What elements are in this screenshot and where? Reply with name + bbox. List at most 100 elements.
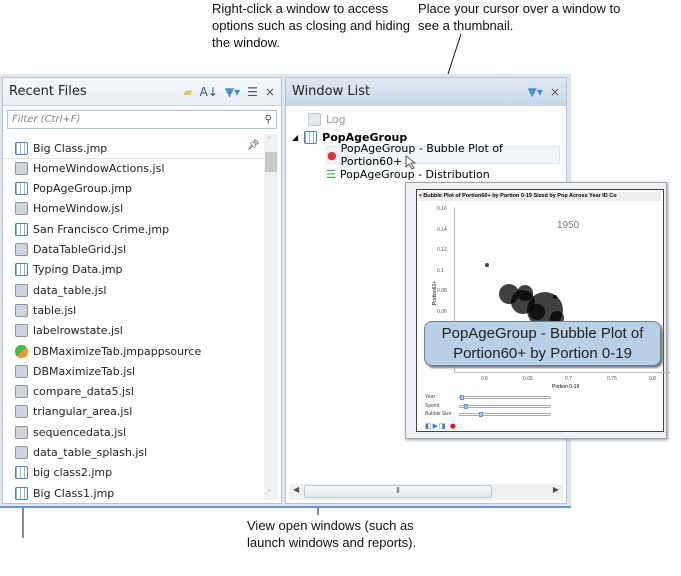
- slider-speed[interactable]: [459, 403, 551, 409]
- file-name: data_table_splash.jsl: [33, 446, 148, 459]
- recent-file-item[interactable]: HomeWindowActions.jsl: [15, 158, 164, 178]
- slider-year[interactable]: [459, 395, 551, 400]
- vertical-scrollbar[interactable]: ˄ ˅: [264, 134, 278, 500]
- step-back-icon[interactable]: ◧: [425, 422, 433, 430]
- y-tick-label: 0.16: [437, 206, 447, 212]
- expand-triangle-icon[interactable]: ◢: [292, 133, 298, 142]
- recent-file-item[interactable]: DataTableGrid.jsl: [15, 240, 126, 260]
- jmp-file-icon: [15, 141, 28, 155]
- divider: [3, 158, 263, 159]
- close-icon[interactable]: ×: [550, 85, 560, 99]
- window-log[interactable]: Log: [308, 110, 346, 128]
- jsl-file-icon: [15, 303, 28, 317]
- file-name: Typing Data.jmp: [33, 263, 123, 277]
- recent-file-item[interactable]: Typing Data.jmp: [15, 260, 123, 280]
- file-name: Big Class.jmp: [33, 141, 108, 155]
- recent-file-item[interactable]: triangular_area.jsl: [15, 402, 132, 422]
- x-axis-label: Portion 0-19: [552, 384, 580, 390]
- file-name: labelrowstate.jsl: [33, 324, 123, 338]
- jsl-file-icon: [15, 364, 28, 378]
- x-tick-label: 0.65: [523, 376, 533, 382]
- log-label: Log: [326, 112, 346, 126]
- file-name: DBMaximizeTab.jsl: [33, 364, 136, 378]
- recent-file-item[interactable]: HomeWindow.jsl: [15, 199, 123, 219]
- jsl-file-icon: [15, 425, 28, 439]
- x-tick-label: 0.7: [565, 376, 572, 382]
- y-tick-label: 0.06: [437, 308, 447, 315]
- open-folder-icon[interactable]: ▰: [183, 85, 192, 99]
- data-table-icon: [304, 130, 318, 144]
- recent-file-item[interactable]: DBMaximizeTab.jmpappsource: [15, 341, 201, 361]
- filter-icon[interactable]: ▼▾: [528, 85, 543, 99]
- window-list-title: Window List: [292, 84, 371, 99]
- recent-file-item[interactable]: San Francisco Crime.jmp: [15, 219, 169, 239]
- scroll-left-icon[interactable]: ◀: [293, 485, 299, 494]
- jmp-file-icon: [15, 222, 28, 236]
- thumbnail-popup: ▾ Bubble Plot of Portion60+ by Portion 0…: [405, 182, 670, 439]
- jsl-file-icon: [15, 161, 28, 175]
- recent-file-item[interactable]: big class2.jmp: [15, 463, 112, 483]
- thumbnail-tooltip: PopAgeGroup - Bubble Plot of Portion60+ …: [424, 321, 661, 366]
- slider-label: Year: [425, 394, 436, 400]
- slider-label: Bubble Size: [425, 411, 452, 417]
- filter-placeholder: Filter (Ctrl+F): [12, 114, 81, 125]
- playback-controls[interactable]: ◧▶◨ ●▫: [425, 422, 463, 430]
- app-file-icon: [15, 344, 28, 358]
- pin-icon[interactable]: 📌︎: [247, 140, 260, 151]
- jmp-file-icon: [15, 486, 28, 500]
- recent-file-item[interactable]: compare_data5.jsl: [15, 382, 134, 402]
- scroll-down-icon[interactable]: ˅: [267, 489, 271, 498]
- slider-handle[interactable]: [460, 395, 464, 400]
- jmp-file-icon: [15, 466, 28, 480]
- recent-file-item[interactable]: PopAgeGroup.jmp: [15, 179, 132, 199]
- file-name: sequencedata.jsl: [33, 425, 127, 439]
- log-icon: [308, 112, 321, 126]
- record-icon[interactable]: ●: [450, 422, 457, 430]
- recent-file-item[interactable]: Big Class1.jmp: [15, 483, 114, 503]
- bubble: [485, 263, 489, 267]
- horizontal-scrollbar[interactable]: ◀ Ⅱ ▶: [289, 484, 563, 500]
- recent-file-item[interactable]: sequencedata.jsl: [15, 422, 126, 442]
- file-name: HomeWindow.jsl: [33, 202, 124, 216]
- search-icon: ⚲: [264, 114, 272, 125]
- slider-bubble-size[interactable]: [459, 412, 551, 417]
- list-view-icon[interactable]: ☰: [247, 85, 258, 99]
- jsl-file-icon: [15, 283, 28, 297]
- file-name: triangular_area.jsl: [33, 405, 133, 419]
- recent-file-item[interactable]: table.jsl: [15, 300, 76, 320]
- jsl-file-icon: [15, 385, 28, 399]
- scroll-right-icon[interactable]: ▶: [553, 485, 559, 494]
- recent-files-title: Recent Files: [9, 84, 87, 99]
- recent-file-item[interactable]: DBMaximizeTab.jsl: [15, 361, 135, 381]
- y-tick-label: 0.12: [437, 247, 447, 253]
- scroll-thumb[interactable]: Ⅱ: [304, 485, 492, 498]
- bubble-plot-icon: ●: [327, 148, 337, 162]
- recent-file-item[interactable]: Big Class.jmp: [15, 138, 107, 158]
- save-icon[interactable]: ▫: [457, 422, 463, 430]
- filter-input[interactable]: Filter (Ctrl+F) ⚲: [7, 110, 277, 129]
- slider-handle[interactable]: [464, 403, 469, 409]
- file-name: DBMaximizeTab.jmpappsource: [33, 344, 202, 358]
- recent-file-item[interactable]: data_table_splash.jsl: [15, 443, 147, 463]
- file-name: big class2.jmp: [33, 466, 113, 480]
- window-bubble-plot[interactable]: ● PopAgeGroup - Bubble Plot of Portion60+: [326, 142, 560, 168]
- file-name: HomeWindowActions.jsl: [33, 161, 165, 175]
- jsl-file-icon: [15, 446, 28, 459]
- slider-label: Speed: [425, 402, 440, 409]
- distribution-icon: ☰: [326, 167, 336, 181]
- scroll-up-icon[interactable]: ˄: [267, 136, 271, 145]
- recent-file-item[interactable]: data_table.jsl: [15, 280, 106, 300]
- bubble: [529, 304, 545, 320]
- sort-icon[interactable]: A↓: [200, 85, 218, 99]
- step-forward-icon[interactable]: ◨: [439, 422, 447, 430]
- thumbnail-title: Bubble Plot of Portion60+ by Portion 0-1…: [423, 193, 617, 199]
- slider-handle[interactable]: [479, 412, 484, 417]
- file-name: data_table.jsl: [33, 283, 107, 297]
- file-name: DataTableGrid.jsl: [33, 243, 127, 256]
- filter-icon[interactable]: ▼▾: [225, 85, 240, 99]
- x-tick-label: 0.75: [607, 376, 617, 382]
- close-icon[interactable]: ×: [265, 85, 275, 99]
- recent-file-item[interactable]: labelrowstate.jsl: [15, 321, 123, 341]
- y-tick-label: 0.14: [437, 226, 447, 233]
- year-label: 1950: [557, 220, 580, 231]
